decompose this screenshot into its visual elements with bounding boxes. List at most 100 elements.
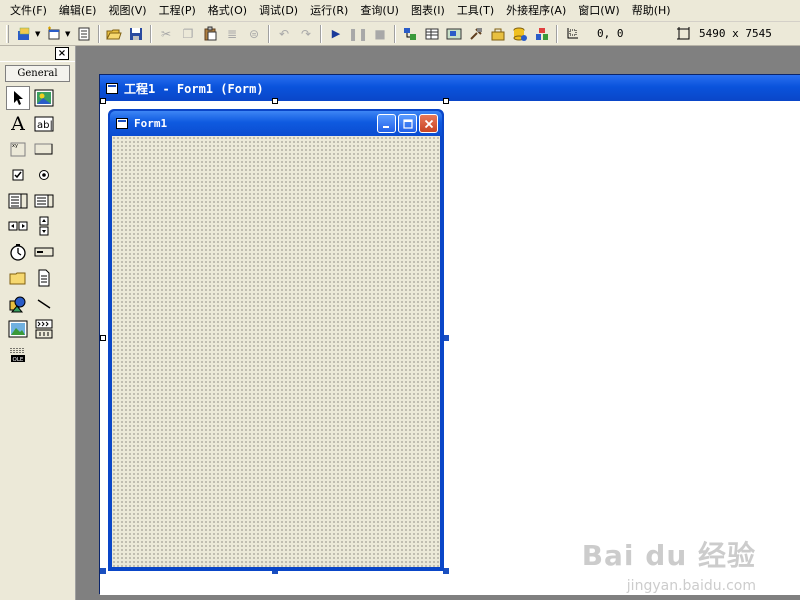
textbox-icon[interactable]: ab|: [32, 112, 56, 136]
resize-handle-top[interactable]: [272, 98, 278, 104]
designer-canvas: Form1: [100, 98, 800, 595]
object-browser-icon[interactable]: [465, 24, 487, 44]
paste-icon[interactable]: [199, 24, 221, 44]
watermark-url: jingyan.baidu.com: [626, 578, 756, 594]
form-layout-icon[interactable]: [443, 24, 465, 44]
vscrollbar-icon[interactable]: [32, 214, 56, 238]
maximize-icon[interactable]: [398, 114, 417, 133]
break-icon[interactable]: ❚❚: [347, 24, 369, 44]
standard-toolbar: ▼ ▼ ✂ ❐ ≣ ⊜ ↶ ↷ ▶ ❚❚ ■ 0, 0 5490 x 7545: [0, 22, 800, 46]
image-icon[interactable]: [6, 317, 30, 341]
chevron-down-icon[interactable]: ▼: [65, 30, 73, 38]
position-icon: [561, 24, 583, 44]
form-window-icon: [106, 82, 118, 94]
toolbox-controls: A ab| xy OLE: [0, 86, 75, 369]
properties-window-icon[interactable]: [421, 24, 443, 44]
data-control-icon[interactable]: [32, 317, 56, 341]
redo-icon[interactable]: ↷: [295, 24, 317, 44]
minimize-icon[interactable]: [377, 114, 396, 133]
menu-editor-icon[interactable]: [73, 24, 95, 44]
menu-diagram[interactable]: 图表(I): [405, 1, 451, 21]
form1-window-controls: [377, 114, 438, 133]
toolbar-grip[interactable]: [6, 24, 9, 43]
resize-handle-left[interactable]: [100, 335, 106, 341]
menu-tools[interactable]: 工具(T): [451, 1, 500, 21]
dirlistbox-icon[interactable]: [6, 266, 30, 290]
toolbar-separator: [150, 24, 152, 43]
component-manager-icon[interactable]: [531, 24, 553, 44]
save-icon[interactable]: [125, 24, 147, 44]
toolbar-separator: [320, 24, 322, 43]
find-icon[interactable]: ≣: [221, 24, 243, 44]
commandbutton-icon[interactable]: [32, 137, 56, 161]
position-readout: 0, 0: [597, 27, 624, 40]
ole-icon[interactable]: OLE: [6, 343, 30, 367]
form1-window[interactable]: Form1: [108, 109, 444, 571]
start-icon[interactable]: ▶: [325, 24, 347, 44]
designer-title: 工程1 - Form1 (Form): [124, 81, 264, 96]
timer-icon[interactable]: [6, 240, 30, 264]
form-designer-window: 工程1 - Form1 (Form) Form1: [99, 74, 800, 595]
menu-view[interactable]: 视图(V): [102, 1, 152, 21]
cut-icon[interactable]: ✂: [155, 24, 177, 44]
menu-help[interactable]: 帮助(H): [626, 1, 677, 21]
form1-design-grid[interactable]: [112, 136, 440, 567]
menu-bar: 文件(F) 编辑(E) 视图(V) 工程(P) 格式(O) 调试(D) 运行(R…: [0, 0, 800, 22]
end-icon[interactable]: ■: [369, 24, 391, 44]
chevron-down-icon[interactable]: ▼: [35, 30, 43, 38]
menu-addins[interactable]: 外接程序(A): [500, 1, 572, 21]
picturebox-icon[interactable]: [32, 86, 56, 110]
listbox-icon[interactable]: [32, 189, 56, 213]
hscrollbar-icon[interactable]: [6, 214, 30, 238]
undo-icon[interactable]: ↶: [273, 24, 295, 44]
toolbar-separator: [556, 24, 558, 43]
menu-window[interactable]: 窗口(W): [572, 1, 625, 21]
toolbox-panel: × General A ab| xy OLE: [0, 46, 76, 600]
toolbar-separator: [98, 24, 100, 43]
menu-debug[interactable]: 调试(D): [253, 1, 304, 21]
data-view-icon[interactable]: [509, 24, 531, 44]
menu-file[interactable]: 文件(F): [4, 1, 53, 21]
close-icon[interactable]: [419, 114, 438, 133]
combobox-icon[interactable]: [6, 189, 30, 213]
open-folder-icon[interactable]: [103, 24, 125, 44]
checkbox-icon[interactable]: [6, 163, 30, 187]
label-icon[interactable]: A: [6, 112, 30, 136]
menu-query[interactable]: 查询(U): [354, 1, 405, 21]
menu-format[interactable]: 格式(O): [202, 1, 253, 21]
toolbox-tab-general[interactable]: General: [5, 65, 70, 82]
form1-title: Form1: [134, 117, 168, 130]
toolbox-icon[interactable]: [487, 24, 509, 44]
optionbutton-icon[interactable]: [32, 163, 56, 187]
toolbox-titlebar[interactable]: ×: [0, 46, 75, 62]
form1-titlebar[interactable]: Form1: [110, 111, 442, 136]
pointer-icon[interactable]: [6, 86, 30, 110]
add-project-icon[interactable]: [13, 24, 35, 44]
project-explorer-icon[interactable]: [399, 24, 421, 44]
frame-icon[interactable]: xy: [6, 137, 30, 161]
line-icon[interactable]: [32, 292, 56, 316]
drivelistbox-icon[interactable]: [32, 240, 56, 264]
svg-text:OLE: OLE: [13, 357, 24, 363]
shape-icon[interactable]: [6, 292, 30, 316]
size-readout: 5490 x 7545: [699, 27, 772, 40]
designer-titlebar[interactable]: 工程1 - Form1 (Form): [100, 75, 800, 101]
menu-run[interactable]: 运行(R): [304, 1, 354, 21]
filelistbox-icon[interactable]: [32, 266, 56, 290]
close-icon[interactable]: ×: [55, 47, 69, 60]
svg-text:xy: xy: [12, 143, 18, 149]
toolbar-separator: [268, 24, 270, 43]
form-window-icon: [116, 118, 128, 129]
toolbar-separator: [394, 24, 396, 43]
resize-handle-top-left[interactable]: [100, 98, 106, 104]
menu-project[interactable]: 工程(P): [153, 1, 202, 21]
resize-handle-bottom-left[interactable]: [100, 568, 106, 574]
mdi-workspace: 工程1 - Form1 (Form) Form1 Bai du 经验 jingy…: [77, 46, 800, 600]
size-icon: [673, 24, 695, 44]
resize-handle-top-right[interactable]: [443, 98, 449, 104]
undo-list-icon[interactable]: ⊜: [243, 24, 265, 44]
copy-icon[interactable]: ❐: [177, 24, 199, 44]
watermark-logo: Bai du 经验: [581, 539, 756, 572]
menu-edit[interactable]: 编辑(E): [53, 1, 103, 21]
add-form-icon[interactable]: [43, 24, 65, 44]
